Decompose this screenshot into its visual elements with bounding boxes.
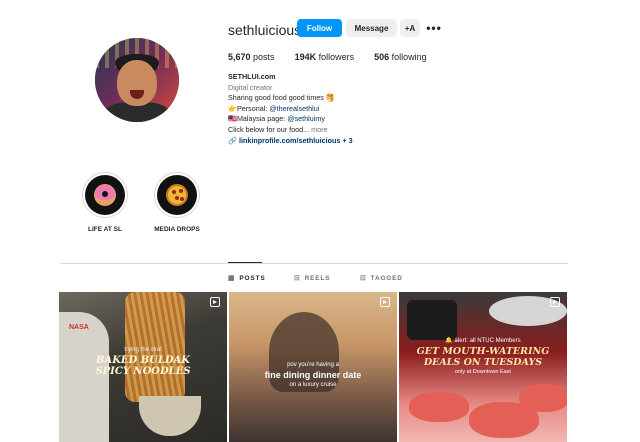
post-bowl-shape: [407, 300, 457, 340]
suggest-accounts-button[interactable]: +A: [400, 19, 420, 37]
post-sushi-shape: [519, 384, 567, 412]
followers-count: 194K: [294, 52, 317, 62]
highlight-media-drops[interactable]: MEDIA DROPS: [147, 172, 207, 233]
post-tile[interactable]: NASA trying the viral BAKED BULDAK SPICY…: [59, 292, 227, 442]
add-person-icon: +A: [404, 23, 416, 33]
following-stat-label: following: [391, 52, 427, 62]
profile-avatar[interactable]: [95, 38, 179, 122]
reel-icon: [380, 297, 390, 307]
post-tile[interactable]: 🔔 alert: all NTUC Members GET MOUTH-WATE…: [399, 292, 567, 442]
post-caption-line: BAKED BULDAK: [95, 355, 190, 366]
tab-tagged-label: TAGGED: [370, 274, 403, 282]
posts-count: 5,670: [228, 52, 251, 62]
personal-handle-link[interactable]: @therealsethlui: [269, 104, 319, 113]
post-sushi-shape: [409, 392, 469, 422]
reel-icon: [210, 297, 220, 307]
post-caption-line: GET MOUTH-WATERING: [416, 346, 550, 357]
tab-posts[interactable]: ▦ POSTS: [228, 274, 266, 283]
following-count: 506: [374, 52, 390, 62]
tab-tagged[interactable]: ⊡ TAGGED: [360, 274, 403, 283]
highlight-cover: [157, 175, 197, 215]
bio-line-4-text: Click below for our food...: [228, 124, 312, 134]
tabs-divider: [60, 263, 568, 264]
post-caption-alert: 🔔 alert: all NTUC Members: [445, 338, 521, 344]
bio-line-4: Click below for our food... more: [228, 125, 488, 136]
bio-name: SETHLUI.com: [228, 72, 276, 81]
bio-malaysia: 🇲🇾Malaysia page: @sethluimy: [228, 114, 488, 125]
post-caption-sub: on a luxury cruise: [289, 382, 337, 388]
post-caption-line: DEALS ON TUESDAYS: [423, 356, 543, 368]
profile-username: sethluicious: [228, 22, 302, 38]
avatar-face: [117, 60, 157, 106]
highlight-label: LIFE AT SL: [88, 226, 122, 233]
bio-malaysia-prefix: 🇲🇾Malaysia page:: [228, 114, 288, 124]
following-stat[interactable]: 506 following: [374, 52, 427, 62]
reel-icon: [550, 297, 560, 307]
highlight-cover: [85, 175, 125, 215]
highlight-ring: [154, 172, 200, 218]
bio-personal-prefix: 👉Personal:: [228, 103, 270, 113]
post-caption-title: BAKED BULDAK SPICY NOODLES: [59, 355, 227, 377]
bio-personal: 👉Personal: @therealsethlui: [228, 104, 488, 115]
highlight-label: MEDIA DROPS: [154, 226, 200, 233]
tab-posts-label: POSTS: [239, 274, 266, 282]
message-button[interactable]: Message: [346, 19, 397, 37]
post-shirt-logo: NASA: [69, 324, 89, 331]
posts-stat-label: posts: [253, 52, 275, 62]
tab-reels[interactable]: ⊡ REELS: [294, 274, 331, 283]
highlight-life-at-sl[interactable]: LIFE AT SL: [75, 172, 135, 233]
post-shirt-shape: [59, 312, 109, 442]
followers-stat-label: followers: [318, 52, 355, 62]
external-link[interactable]: 🔗 linkinprofile.com/sethluicious + 3: [228, 136, 488, 147]
active-tab-indicator: [228, 262, 262, 263]
post-cup-shape: [139, 396, 201, 436]
malaysia-handle-link[interactable]: @sethluimy: [287, 114, 325, 123]
bio-more-link[interactable]: more: [311, 125, 327, 134]
grid-icon: ▦: [228, 275, 236, 282]
post-person-shape: [269, 312, 339, 392]
tagged-icon: ⊡: [360, 275, 367, 282]
post-tile[interactable]: pov you're having a fine dining dinner d…: [229, 292, 397, 442]
post-caption-sub: only at Downtown East: [455, 369, 511, 375]
post-caption-line: SPICY NOODLES: [95, 366, 191, 377]
post-caption-small: trying the viral: [124, 347, 162, 353]
follow-button[interactable]: Follow: [297, 19, 342, 37]
bio-line-1: Sharing good food good times 🥞: [228, 93, 335, 103]
post-caption-title: fine dining dinner date: [264, 370, 362, 380]
profile-bio: SETHLUI.com Digital creator Sharing good…: [228, 72, 488, 146]
more-options-icon[interactable]: •••: [425, 19, 443, 37]
highlight-ring: [82, 172, 128, 218]
posts-stat: 5,670 posts: [228, 52, 275, 62]
profile-stats: 5,670 posts 194K followers 506 following: [228, 52, 447, 62]
reels-icon: ⊡: [294, 275, 301, 282]
tab-reels-label: REELS: [304, 274, 331, 282]
bio-category: Digital creator: [228, 82, 273, 92]
post-caption-small: pov you're having a: [287, 362, 339, 368]
post-caption-title: GET MOUTH-WATERING DEALS ON TUESDAYS: [399, 346, 567, 368]
followers-stat[interactable]: 194K followers: [295, 52, 355, 62]
donut-icon: [94, 184, 116, 206]
pizza-icon: [166, 184, 188, 206]
